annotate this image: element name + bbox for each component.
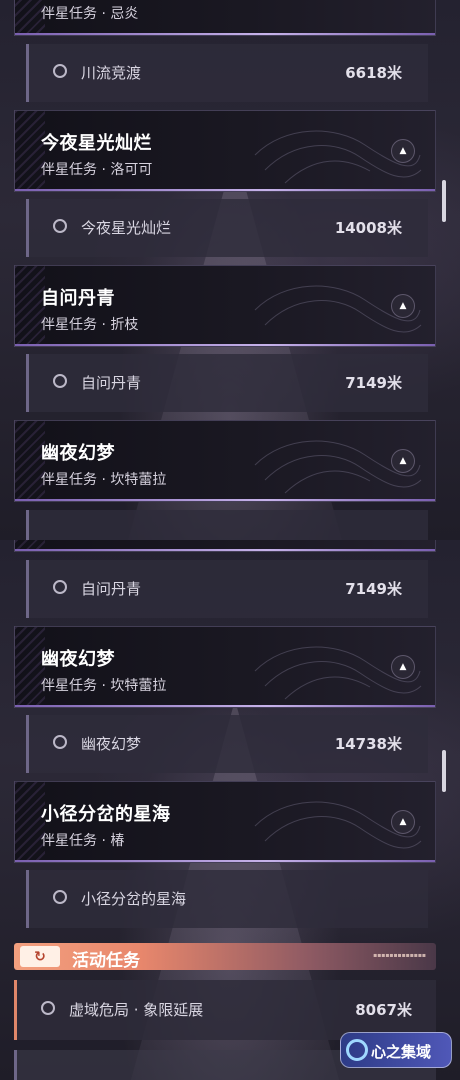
sub-task-item[interactable]: 自问丹青 7149米: [26, 560, 428, 618]
sub-task-item[interactable]: 川流竞渡 6618米: [26, 44, 428, 102]
mission-card[interactable]: 伴星任务 · 忌炎: [14, 0, 436, 36]
chevron-up-icon: ▲: [399, 455, 407, 466]
mission-subtitle: 伴星任务 · 坎特蕾拉: [41, 472, 167, 488]
watermark-badge: 心之集域: [340, 1032, 452, 1068]
quest-list-panel-bottom: 自问丹青 7149米 幽夜幻梦 伴星任务 · 坎特蕾拉 ▲ 幽夜幻梦 14738…: [0, 540, 460, 1080]
mission-subtitle: 伴星任务 · 椿: [41, 833, 125, 849]
circle-outline-icon: [53, 219, 67, 233]
sub-task-distance: 6618米: [345, 64, 402, 82]
refresh-icon: ↻: [20, 946, 60, 967]
sub-task-item[interactable]: 今夜星光灿烂 14008米: [26, 199, 428, 257]
collapse-button[interactable]: ▲: [391, 139, 415, 163]
scrollbar-thumb[interactable]: [442, 750, 446, 792]
sub-task-name: 自问丹青: [81, 374, 142, 392]
mission-title: 幽夜幻梦: [41, 649, 115, 670]
mission-card[interactable]: [14, 540, 436, 552]
chevron-up-icon: ▲: [399, 661, 407, 672]
mission-card[interactable]: 幽夜幻梦 伴星任务 · 坎特蕾拉 ▲: [14, 626, 436, 708]
sub-task-item[interactable]: 幽夜幻梦 14738米: [26, 715, 428, 773]
sub-task-name: 自问丹青: [81, 580, 142, 598]
mission-card[interactable]: 小径分岔的星海 伴星任务 · 椿 ▲: [14, 781, 436, 863]
chevron-up-icon: ▲: [399, 300, 407, 311]
mission-title: 小径分岔的星海: [41, 804, 171, 825]
quest-list-panel-top: 伴星任务 · 忌炎 川流竞渡 6618米 今夜星光灿烂 伴星任务 · 洛可可 ▲…: [0, 0, 460, 540]
circle-outline-icon: [53, 890, 67, 904]
sub-task-name: 小径分岔的星海: [81, 890, 187, 908]
mission-subtitle: 伴星任务 · 坎特蕾拉: [41, 678, 167, 694]
sub-task-item[interactable]: [26, 510, 428, 540]
sub-task-name: 今夜星光灿烂: [81, 219, 172, 237]
mission-title: 自问丹青: [41, 288, 115, 309]
circle-outline-icon: [53, 374, 67, 388]
mission-card[interactable]: 幽夜幻梦 伴星任务 · 坎特蕾拉 ▲: [14, 420, 436, 502]
chevron-up-icon: ▲: [399, 145, 407, 156]
sub-task-distance: 7149米: [345, 580, 402, 598]
circle-outline-icon: [53, 64, 67, 78]
sub-task-item[interactable]: 小径分岔的星海: [26, 870, 428, 928]
collapse-button[interactable]: ▲: [391, 810, 415, 834]
sub-task-distance: 7149米: [345, 374, 402, 392]
circle-outline-icon: [41, 1001, 55, 1015]
mission-subtitle: 伴星任务 · 折枝: [41, 317, 139, 333]
activity-task-item[interactable]: 虚域危局 · 象限延展 8067米: [14, 980, 436, 1040]
collapse-button[interactable]: ▲: [391, 655, 415, 679]
activity-section-header[interactable]: ↻ 活动任务 ▪▪▪▪▪▪▪▪▪▪▪▪▪: [14, 943, 436, 971]
swirl-logo-icon: [346, 1039, 368, 1061]
activity-task-name: 虚域危局 · 象限延展: [69, 1001, 204, 1019]
mission-card[interactable]: 今夜星光灿烂 伴星任务 · 洛可可 ▲: [14, 110, 436, 192]
chevron-up-icon: ▲: [399, 816, 407, 827]
mission-subtitle: 伴星任务 · 洛可可: [41, 162, 153, 178]
collapse-button[interactable]: ▲: [391, 294, 415, 318]
sub-task-distance: 14738米: [334, 735, 402, 753]
mission-card[interactable]: 自问丹青 伴星任务 · 折枝 ▲: [14, 265, 436, 347]
circle-outline-icon: [53, 580, 67, 594]
header-decoration: ▪▪▪▪▪▪▪▪▪▪▪▪▪: [373, 952, 426, 959]
sub-task-name: 幽夜幻梦: [81, 735, 142, 753]
circle-outline-icon: [53, 735, 67, 749]
section-title: 活动任务: [72, 951, 140, 971]
mission-subtitle: 伴星任务 · 忌炎: [41, 6, 139, 22]
sub-task-item[interactable]: 自问丹青 7149米: [26, 354, 428, 412]
mission-title: 幽夜幻梦: [41, 443, 115, 464]
collapse-button[interactable]: ▲: [391, 449, 415, 473]
sub-task-distance: 14008米: [334, 219, 402, 237]
mission-title: 今夜星光灿烂: [41, 133, 152, 154]
sub-task-name: 川流竞渡: [81, 64, 142, 82]
scrollbar-thumb[interactable]: [442, 180, 446, 222]
watermark-text: 心之集域: [371, 1043, 432, 1061]
activity-task-distance: 8067米: [355, 1001, 412, 1019]
card-stripe-decoration: [15, 540, 45, 551]
